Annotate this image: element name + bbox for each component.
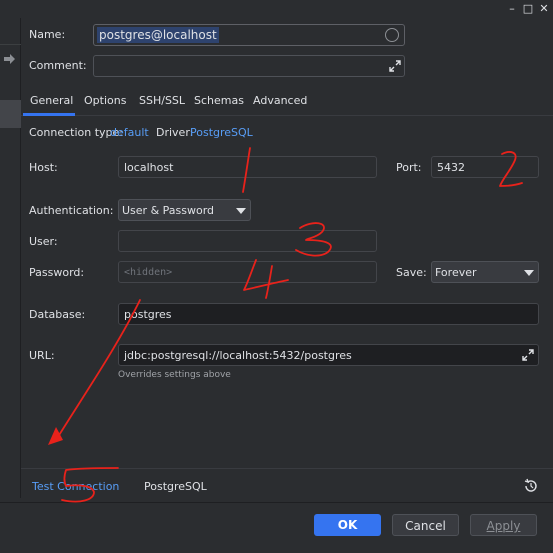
password-field[interactable]: <hidden>: [118, 261, 377, 283]
user-label: User:: [29, 235, 58, 248]
save-select[interactable]: Forever: [431, 261, 539, 283]
test-connection-link[interactable]: Test Connection: [32, 480, 119, 493]
apply-button[interactable]: Apply: [470, 514, 537, 536]
driver-name-text: PostgreSQL: [144, 480, 207, 493]
tab-ssh-ssl[interactable]: SSH/SSL: [139, 94, 185, 107]
tab-options[interactable]: Options: [84, 94, 126, 107]
connection-type-link[interactable]: default: [110, 126, 149, 139]
password-placeholder: <hidden>: [124, 267, 173, 278]
save-label: Save:: [396, 266, 427, 279]
url-label: URL:: [29, 349, 55, 362]
database-label: Database:: [29, 308, 86, 321]
reset-changes-icon[interactable]: [523, 478, 539, 494]
comment-field[interactable]: [93, 55, 405, 77]
port-field[interactable]: 5432: [431, 156, 539, 178]
tab-general[interactable]: General: [30, 94, 73, 107]
close-button[interactable]: ✕: [537, 2, 551, 16]
data-sources-panel: [0, 18, 21, 498]
connection-type-label: Connection type:: [29, 126, 124, 139]
save-value: Forever: [435, 266, 477, 279]
chevron-down-icon: [236, 208, 246, 214]
cancel-button[interactable]: Cancel: [392, 514, 459, 536]
database-field[interactable]: postgres: [118, 303, 539, 325]
authentication-value: User & Password: [122, 204, 215, 217]
tabs-divider: [21, 115, 553, 116]
comment-label: Comment:: [29, 59, 87, 72]
driver-label: Driver:: [156, 126, 194, 139]
minimize-button[interactable]: –: [505, 2, 519, 16]
driver-link[interactable]: PostgreSQL: [190, 126, 253, 139]
tab-schemas[interactable]: Schemas: [194, 94, 244, 107]
tab-advanced[interactable]: Advanced: [253, 94, 307, 107]
password-label: Password:: [29, 266, 85, 279]
url-field[interactable]: jdbc:postgresql://localhost:5432/postgre…: [118, 344, 539, 366]
authentication-select[interactable]: User & Password: [118, 199, 251, 221]
chevron-down-icon: [524, 270, 534, 276]
port-value: 5432: [437, 161, 465, 174]
selected-data-source[interactable]: [0, 100, 21, 128]
ok-button[interactable]: OK: [314, 514, 381, 536]
host-field[interactable]: localhost: [118, 156, 377, 178]
name-label: Name:: [29, 28, 66, 41]
host-label: Host:: [29, 161, 58, 174]
authentication-label: Authentication:: [29, 204, 114, 217]
title-bar: [0, 0, 553, 18]
url-value: jdbc:postgresql://localhost:5432/postgre…: [124, 349, 352, 362]
port-label: Port:: [396, 161, 422, 174]
maximize-button[interactable]: □: [521, 2, 535, 16]
database-value: postgres: [124, 308, 172, 321]
host-value: localhost: [124, 161, 174, 174]
navigate-arrow-icon[interactable]: [3, 53, 17, 65]
name-field[interactable]: postgres@localhost: [93, 24, 405, 46]
color-picker-icon[interactable]: [385, 28, 399, 42]
name-value: postgres@localhost: [97, 27, 219, 43]
expand-icon[interactable]: [521, 348, 535, 362]
active-tab-indicator: [23, 113, 75, 116]
panel-divider: [0, 44, 21, 45]
url-hint: Overrides settings above: [118, 370, 231, 380]
expand-icon[interactable]: [388, 59, 402, 73]
user-field[interactable]: [118, 230, 377, 252]
